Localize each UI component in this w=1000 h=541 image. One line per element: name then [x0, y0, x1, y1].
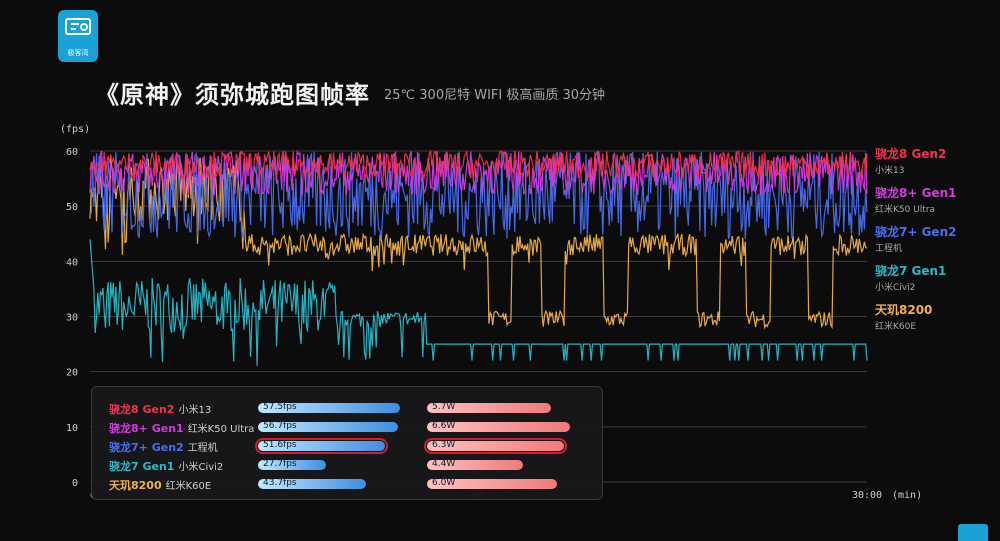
legend-series-name: 骁龙7 Gen1	[875, 263, 946, 278]
fps-bar: 27.7fps	[258, 459, 327, 470]
legend-device-name: 小米Civi2	[875, 281, 915, 293]
series-line	[89, 239, 868, 366]
fps-value-label: 57.5fps	[263, 402, 297, 412]
legend-device-name: 红米K60E	[875, 320, 916, 332]
summary-chip-name: 骁龙7 Gen1 小米Civi2	[109, 458, 223, 474]
y-tick-label: 30	[66, 313, 78, 324]
summary-device-label: 红米K60E	[165, 481, 212, 492]
summary-row: 骁龙8+ Gen1 红米K50 Ultra 56.7fps 6.6W	[92, 418, 602, 436]
y-tick-label: 60	[66, 147, 78, 158]
watt-value-label: 6.0W	[432, 478, 456, 488]
summary-chip-name: 骁龙8 Gen2 小米13	[109, 401, 211, 417]
legend-series-name: 骁龙7+ Gen2	[875, 224, 956, 239]
chart-stage: 极客湾 《原神》须弥城跑图帧率 25℃ 300尼特 WIFI 极高画质 30分钟…	[0, 0, 1000, 541]
fps-value-label: 51.6fps	[263, 440, 297, 450]
y-tick-label: 0	[72, 478, 78, 489]
legend-device-name: 小米13	[875, 164, 904, 176]
summary-row: 骁龙7 Gen1 小米Civi2 27.7fps 4.4W	[92, 456, 602, 474]
watt-bar: 6.0W	[427, 478, 558, 489]
legend-device-name: 工程机	[875, 242, 902, 254]
summary-chip-name: 天玑8200 红米K60E	[109, 477, 211, 493]
summary-device-label: 红米K50 Ultra	[187, 424, 255, 435]
x-tick-label: 30:00	[852, 490, 882, 501]
fps-bar: 51.6fps	[254, 438, 389, 454]
corner-logo-icon	[958, 524, 988, 541]
watt-bar: 6.6W	[427, 421, 571, 432]
summary-chip-label: 天玑8200	[109, 479, 162, 492]
watt-value-label: 5.7W	[432, 402, 456, 412]
watt-bar: 4.4W	[427, 459, 523, 470]
y-tick-label: 20	[66, 368, 78, 379]
summary-chip-name: 骁龙8+ Gen1 红米K50 Ultra	[109, 420, 254, 436]
fps-value-label: 27.7fps	[263, 459, 297, 469]
watt-bar: 6.3W	[424, 438, 567, 454]
y-axis-label: (fps)	[60, 124, 90, 135]
fps-bar: 43.7fps	[258, 478, 366, 489]
y-tick-label: 40	[66, 257, 78, 268]
watt-value-label: 4.4W	[432, 459, 456, 469]
legend-series-name: 骁龙8+ Gen1	[875, 185, 956, 200]
watt-value-label: 6.3W	[432, 440, 456, 450]
summary-device-label: 小米13	[178, 405, 212, 416]
summary-row: 骁龙8 Gen2 小米13 57.5fps 5.7W	[92, 399, 602, 417]
summary-device-label: 工程机	[187, 443, 218, 454]
summary-chip-name: 骁龙7+ Gen2 工程机	[109, 439, 218, 455]
summary-row: 骁龙7+ Gen2 工程机 51.6fps 6.3W	[92, 437, 602, 455]
summary-panel: 骁龙8 Gen2 小米13 57.5fps 5.7W 骁龙8+ Gen1 红米K50 Ul…	[91, 386, 603, 500]
x-axis-label: (min)	[892, 490, 922, 501]
fps-bar: 56.7fps	[258, 421, 398, 432]
legend-device-name: 红米K50 Ultra	[875, 203, 935, 215]
summary-row: 天玑8200 红米K60E 43.7fps 6.0W	[92, 475, 602, 493]
y-tick-label: 50	[66, 202, 78, 213]
legend-series-name: 天玑8200	[875, 303, 932, 317]
summary-chip-label: 骁龙8+ Gen1	[109, 422, 184, 435]
fps-value-label: 56.7fps	[263, 421, 297, 431]
summary-chip-label: 骁龙7 Gen1	[109, 460, 175, 473]
legend-series-name: 骁龙8 Gen2	[875, 146, 946, 161]
watt-bar: 5.7W	[427, 402, 551, 413]
y-tick-label: 10	[66, 423, 78, 434]
fps-bar: 57.5fps	[258, 402, 400, 413]
summary-device-label: 小米Civi2	[178, 462, 224, 473]
fps-value-label: 43.7fps	[263, 478, 297, 488]
summary-chip-label: 骁龙8 Gen2	[109, 403, 175, 416]
summary-chip-label: 骁龙7+ Gen2	[109, 441, 184, 454]
watt-value-label: 6.6W	[432, 421, 456, 431]
